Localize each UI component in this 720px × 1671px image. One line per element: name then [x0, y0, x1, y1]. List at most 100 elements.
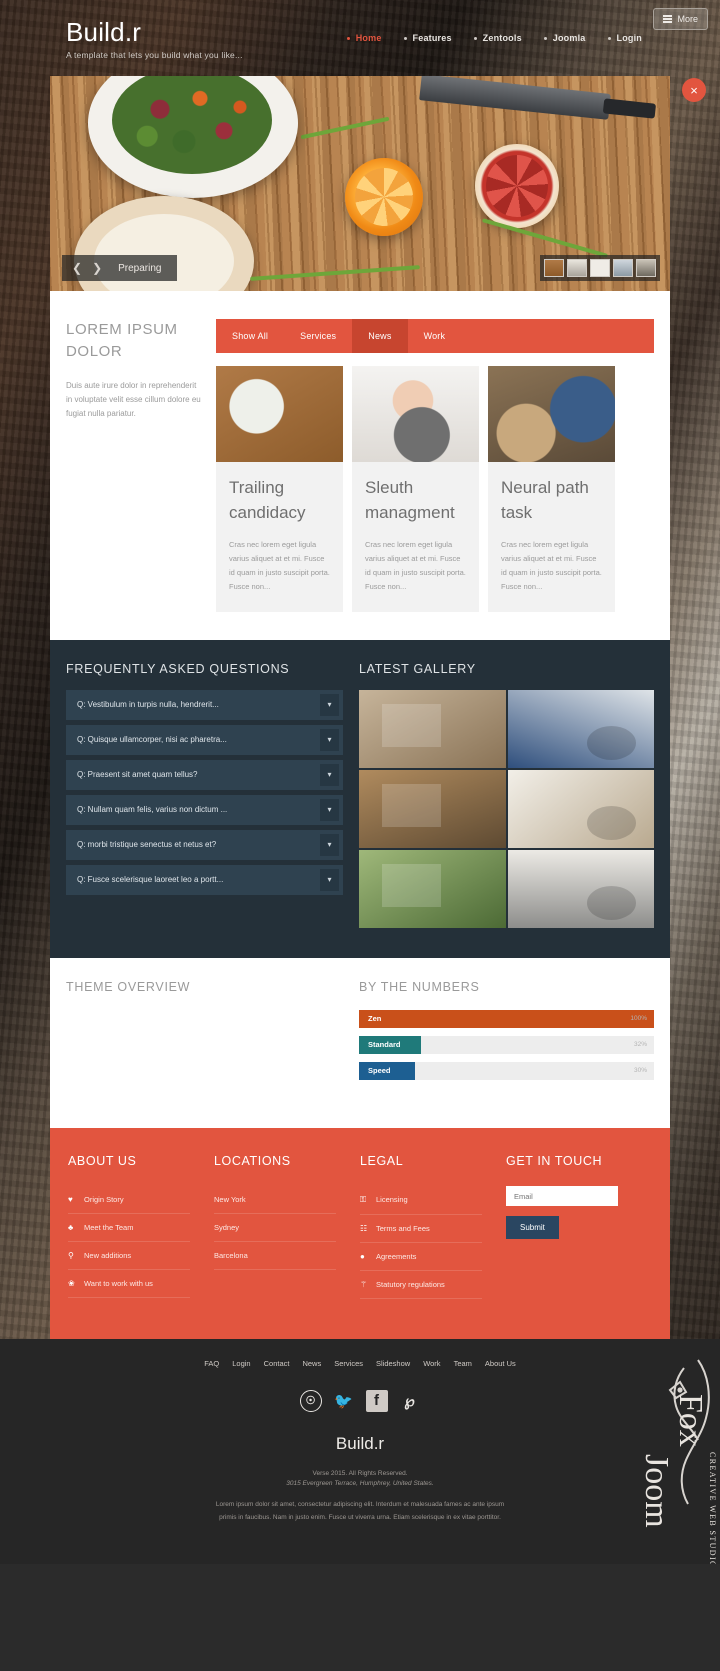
site-header: Build.r A template that lets you build w… [0, 0, 720, 76]
footer-link-meet-the-team[interactable]: ♣ Meet the Team [68, 1214, 190, 1242]
bottom-link-news[interactable]: News [302, 1359, 321, 1368]
copyright-line-3: Lorem ipsum dolor sit amet, consectetur … [215, 1501, 505, 1521]
chevron-down-icon[interactable]: ▾ [320, 868, 339, 891]
footer-link-barcelona[interactable]: Barcelona [214, 1242, 336, 1270]
more-button[interactable]: More [653, 8, 708, 30]
numbers-column: BY THE NUMBERS Zen 100% Standard 32% Spe… [359, 980, 654, 1088]
card-thumbnail [488, 366, 615, 462]
footer-link-work-with-us[interactable]: ❀ Want to work with us [68, 1270, 190, 1298]
footer-link-statutory-regulations[interactable]: ⚚ Statutory regulations [360, 1271, 482, 1299]
chevron-down-icon[interactable]: ▾ [320, 693, 339, 716]
nav-item-features[interactable]: Features [403, 33, 452, 43]
portfolio-description: Duis aute irure dolor in reprehenderit i… [66, 380, 201, 418]
bullet-icon [473, 36, 477, 40]
bottom-link-contact[interactable]: Contact [264, 1359, 290, 1368]
nav-item-zentools[interactable]: Zentools [473, 33, 522, 43]
filter-services[interactable]: Services [284, 319, 352, 353]
gallery-item[interactable] [507, 849, 654, 928]
filter-work[interactable]: Work [408, 319, 462, 353]
bottom-link-login[interactable]: Login [232, 1359, 250, 1368]
chevron-down-icon[interactable]: ▾ [320, 763, 339, 786]
gallery-column: LATEST GALLERY × [359, 78, 706, 928]
gallery-item[interactable] [359, 849, 506, 928]
pinterest-icon[interactable]: ℘ [399, 1390, 421, 1412]
orange-half-decoration [345, 158, 423, 236]
footer-link-new-york[interactable]: New York [214, 1186, 336, 1214]
check-circle-icon: ● [360, 1251, 365, 1261]
faq-question: Q: Quisque ullamcorper, nisi ac pharetra… [77, 735, 227, 745]
bottom-link-services[interactable]: Services [334, 1359, 363, 1368]
gallery-decoration [586, 885, 637, 920]
hero-slider[interactable]: ❮ ❯ Preparing [50, 76, 670, 291]
faq-item[interactable]: Q: Vestibulum in turpis nulla, hendrerit… [66, 689, 343, 720]
slider-prev-icon[interactable]: ❮ [72, 262, 82, 274]
faq-item[interactable]: Q: morbi tristique senectus et netus et?… [66, 829, 343, 860]
slider-thumbnail[interactable] [590, 259, 610, 277]
chevron-down-icon[interactable]: ▾ [320, 798, 339, 821]
nav-label: Zentools [482, 33, 522, 43]
portfolio-cards: Trailing candidacy Cras nec lorem eget l… [216, 366, 654, 612]
chevron-down-icon[interactable]: ▾ [320, 833, 339, 856]
slider-next-icon[interactable]: ❯ [92, 262, 102, 274]
bottom-link-work[interactable]: Work [423, 1359, 440, 1368]
bottom-link-slideshow[interactable]: Slideshow [376, 1359, 410, 1368]
footer-link-terms-and-fees[interactable]: ☷ Terms and Fees [360, 1215, 482, 1243]
faq-item[interactable]: Q: Fusce scelerisque laoreet leo a portt… [66, 864, 343, 895]
slider-thumbnail[interactable] [567, 259, 587, 277]
footer-link-label: Want to work with us [84, 1278, 153, 1288]
footer-bottom: FAQ Login Contact News Services Slidesho… [0, 1338, 720, 1565]
slider-thumbnail[interactable] [544, 259, 564, 277]
portfolio-filter-bar: Show All Services News Work [216, 319, 654, 353]
gallery-item[interactable] [507, 769, 654, 848]
chevron-down-icon[interactable]: ▾ [320, 728, 339, 751]
bottom-link-team[interactable]: Team [454, 1359, 472, 1368]
faq-item[interactable]: Q: Praesent sit amet quam tellus? ▾ [66, 759, 343, 790]
gallery-item[interactable] [359, 769, 506, 848]
slider-thumbnail[interactable] [613, 259, 633, 277]
dribbble-icon[interactable]: ☉ [299, 1389, 322, 1412]
card-title: Trailing candidacy [229, 478, 306, 522]
bottom-link-faq[interactable]: FAQ [204, 1359, 219, 1368]
email-field[interactable] [506, 1186, 618, 1207]
portfolio-card[interactable]: Neural path task Cras nec lorem eget lig… [488, 366, 615, 612]
gallery-item[interactable] [507, 689, 654, 768]
submit-button[interactable]: Submit [506, 1216, 559, 1240]
nav-item-login[interactable]: Login [607, 33, 643, 43]
portfolio-card[interactable]: Trailing candidacy Cras nec lorem eget l… [216, 366, 343, 612]
faq-question: Q: Fusce scelerisque laoreet leo a portt… [77, 875, 224, 885]
theme-overview-column: THEME OVERVIEW [66, 980, 343, 1088]
faq-item[interactable]: Q: Nullam quam felis, varius non dictum … [66, 794, 343, 825]
slider-caption-bar: ❮ ❯ Preparing [62, 255, 178, 281]
filter-show-all[interactable]: Show All [216, 319, 284, 353]
card-text: Cras nec lorem eget ligula varius alique… [501, 540, 602, 591]
gallery-item[interactable] [359, 689, 506, 768]
footer-link-label: Origin Story [84, 1194, 124, 1204]
bullet-icon [543, 36, 547, 40]
lock-icon: ⚿ [360, 1194, 367, 1204]
portfolio-card[interactable]: Sleuth managment Cras nec lorem eget lig… [352, 366, 479, 612]
footer-column-legal: LEGAL ⚿ Licensing ☷ Terms and Fees ● Agreem… [360, 1154, 506, 1299]
filter-news[interactable]: News [352, 319, 408, 353]
gavel-icon: ⚚ [360, 1279, 368, 1289]
faq-question: Q: Nullam quam felis, varius non dictum … [77, 805, 228, 815]
footer-link-licensing[interactable]: ⚿ Licensing [360, 1186, 482, 1215]
briefcase-icon: ❀ [68, 1278, 75, 1288]
card-thumbnail [216, 366, 343, 462]
footer-link-agreements[interactable]: ● Agreements [360, 1243, 482, 1271]
nav-item-home[interactable]: Home [346, 33, 382, 43]
footer-link-origin-story[interactable]: ♥ Origin Story [68, 1186, 190, 1214]
slider-thumbnail[interactable] [636, 259, 656, 277]
gallery-decoration [586, 725, 637, 760]
footer-column-contact: GET IN TOUCH Submit [506, 1154, 652, 1299]
nav-item-joomla[interactable]: Joomla [543, 33, 586, 43]
bottom-link-about-us[interactable]: About Us [485, 1359, 516, 1368]
gallery-close-icon[interactable]: × [682, 78, 706, 102]
facebook-icon[interactable]: f [365, 1389, 388, 1412]
faq-question: Q: Praesent sit amet quam tellus? [77, 770, 198, 780]
faq-item[interactable]: Q: Quisque ullamcorper, nisi ac pharetra… [66, 724, 343, 755]
hamburger-icon [663, 15, 673, 23]
footer-link-sydney[interactable]: Sydney [214, 1214, 336, 1242]
twitter-icon[interactable]: 🐦 [333, 1390, 355, 1412]
users-icon: ♣ [68, 1222, 74, 1232]
footer-link-new-additions[interactable]: ⚲ New additions [68, 1242, 190, 1270]
